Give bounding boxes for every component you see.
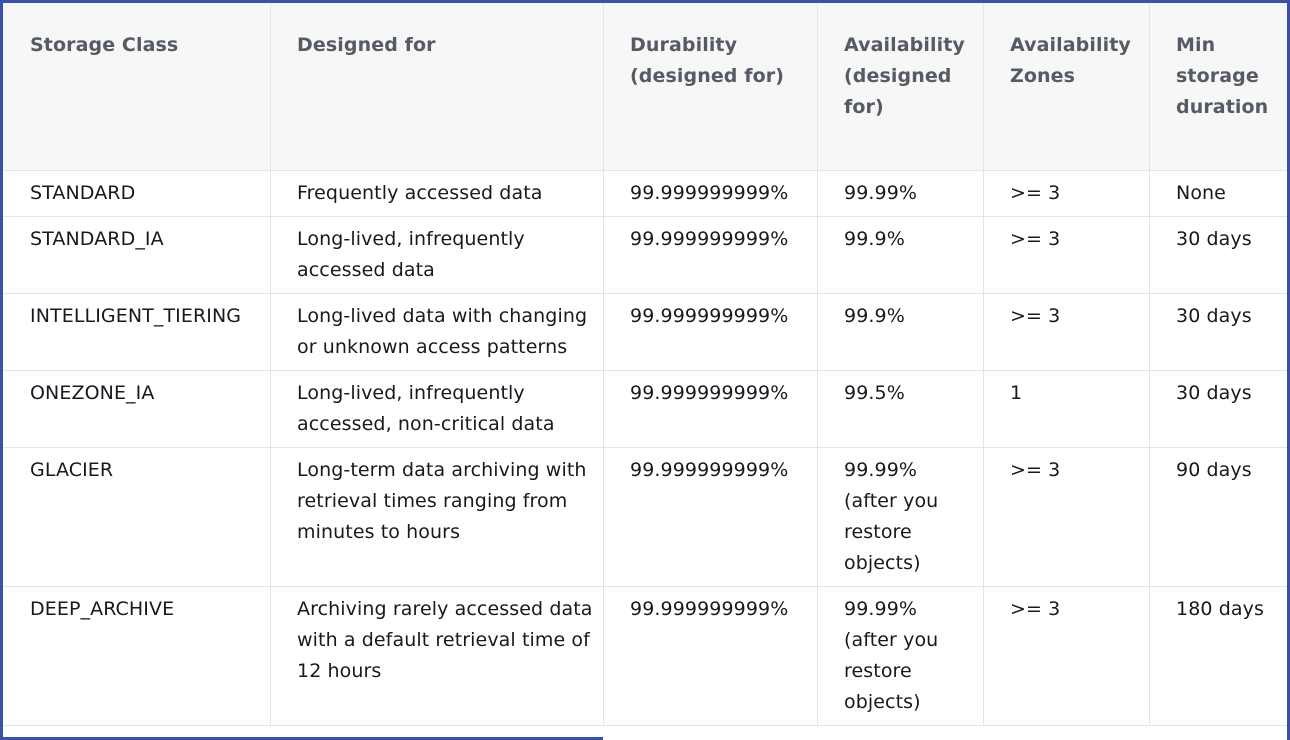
cell-durability: 99.999999999% (603, 293, 818, 371)
cell-designed-for: Long-lived, infrequently accessed data (270, 216, 604, 294)
cell-min-storage-duration: 30 days (1149, 216, 1287, 294)
cell-min-storage-duration: None (1149, 170, 1287, 217)
header-storage-class: Storage Class (3, 3, 271, 171)
table-header: Storage Class Designed for Durability (d… (3, 3, 1287, 171)
cell-durability: 99.999999999% (603, 586, 818, 726)
header-durability: Durability (designed for) (603, 3, 818, 171)
cell-storage-class: STANDARD_IA (3, 216, 271, 294)
cell-designed-for: Frequently accessed data (270, 170, 604, 217)
cell-min-storage-duration: 30 days (1149, 370, 1287, 448)
table-row: STANDARD Frequently accessed data 99.999… (3, 170, 1287, 217)
table-row: INTELLIGENT_TIERING Long-lived data with… (3, 293, 1287, 371)
cell-storage-class: GLACIER (3, 447, 271, 587)
cell-durability: 99.999999999% (603, 216, 818, 294)
cell-availability: 99.5% (817, 370, 984, 448)
cell-designed-for: Long-term data archiving with retrieval … (270, 447, 604, 587)
header-availability: Availability (designed for) (817, 3, 984, 171)
table-row: STANDARD_IA Long-lived, infrequently acc… (3, 216, 1287, 294)
header-availability-zones: Availability Zones (983, 3, 1150, 171)
cell-availability-zones: >= 3 (983, 216, 1150, 294)
storage-class-table: Storage Class Designed for Durability (d… (3, 3, 1287, 726)
table-body: STANDARD Frequently accessed data 99.999… (3, 170, 1287, 726)
header-row: Storage Class Designed for Durability (d… (3, 3, 1287, 171)
header-min-storage-duration: Min storage duration (1149, 3, 1287, 171)
cell-availability-zones: >= 3 (983, 170, 1150, 217)
cell-availability-zones: >= 3 (983, 293, 1150, 371)
cell-storage-class: INTELLIGENT_TIERING (3, 293, 271, 371)
cell-availability-zones: 1 (983, 370, 1150, 448)
cell-availability: 99.9% (817, 216, 984, 294)
cell-designed-for: Long-lived, infrequently accessed, non-c… (270, 370, 604, 448)
cell-availability: 99.99% (after you restore objects) (817, 586, 984, 726)
cell-designed-for: Long-lived data with changing or unknown… (270, 293, 604, 371)
cell-durability: 99.999999999% (603, 170, 818, 217)
cell-availability: 99.9% (817, 293, 984, 371)
table-row: GLACIER Long-term data archiving with re… (3, 447, 1287, 587)
cell-designed-for: Archiving rarely accessed data with a de… (270, 586, 604, 726)
cell-availability-zones: >= 3 (983, 586, 1150, 726)
screenshot-frame: Storage Class Designed for Durability (d… (0, 0, 1290, 740)
header-designed-for: Designed for (270, 3, 604, 171)
cell-availability: 99.99% (817, 170, 984, 217)
cell-min-storage-duration: 180 days (1149, 586, 1287, 726)
cell-availability-zones: >= 3 (983, 447, 1150, 587)
cell-storage-class: ONEZONE_IA (3, 370, 271, 448)
cell-storage-class: STANDARD (3, 170, 271, 217)
table-row: ONEZONE_IA Long-lived, infrequently acce… (3, 370, 1287, 448)
cell-min-storage-duration: 30 days (1149, 293, 1287, 371)
cell-storage-class: DEEP_ARCHIVE (3, 586, 271, 726)
cell-durability: 99.999999999% (603, 370, 818, 448)
cell-durability: 99.999999999% (603, 447, 818, 587)
table-row: DEEP_ARCHIVE Archiving rarely accessed d… (3, 586, 1287, 726)
cell-min-storage-duration: 90 days (1149, 447, 1287, 587)
cell-availability: 99.99% (after you restore objects) (817, 447, 984, 587)
